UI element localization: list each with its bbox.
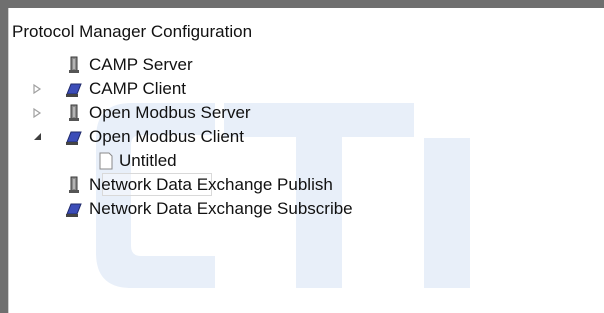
tree-item-label: Network Data Exchange Subscribe xyxy=(89,199,353,218)
tree-item-label: Untitled xyxy=(119,151,177,170)
panel-title: Protocol Manager Configuration xyxy=(12,22,253,41)
tree-item-open-modbus-server[interactable]: Open Modbus Server xyxy=(9,101,604,125)
tree-item-untitled[interactable]: Untitled xyxy=(9,149,604,173)
tree-item-camp-client[interactable]: CAMP Client xyxy=(9,77,604,101)
tree-item-open-modbus-client[interactable]: Open Modbus Client xyxy=(9,125,604,149)
tree-item-nde-subscribe[interactable]: Network Data Exchange Subscribe xyxy=(9,197,604,221)
server-icon xyxy=(65,176,83,194)
window-frame-left xyxy=(0,8,8,313)
chevron-right-icon[interactable] xyxy=(31,101,45,125)
client-icon xyxy=(65,200,83,218)
tree-item-label: CAMP Client xyxy=(89,79,186,98)
panel-header: Protocol Manager Configuration xyxy=(9,20,604,44)
tree-item-label: Network Data Exchange Publish xyxy=(89,175,333,194)
document-icon xyxy=(97,152,115,170)
tree-item-label: Open Modbus Server xyxy=(89,103,251,122)
tree-item-camp-server[interactable]: CAMP Server xyxy=(9,53,604,77)
window-frame-top xyxy=(0,0,604,8)
protocol-manager-panel: Protocol Manager Configuration CAMP Serv… xyxy=(8,8,604,313)
tree-item-nde-publish[interactable]: Network Data Exchange Publish xyxy=(9,173,604,197)
client-icon xyxy=(65,128,83,146)
tree-item-label: CAMP Server xyxy=(89,55,193,74)
tree-item-label: Open Modbus Client xyxy=(89,127,244,146)
server-icon xyxy=(65,56,83,74)
server-icon xyxy=(65,104,83,122)
chevron-down-icon[interactable] xyxy=(31,125,45,149)
client-icon xyxy=(65,80,83,98)
chevron-right-icon[interactable] xyxy=(31,77,45,101)
